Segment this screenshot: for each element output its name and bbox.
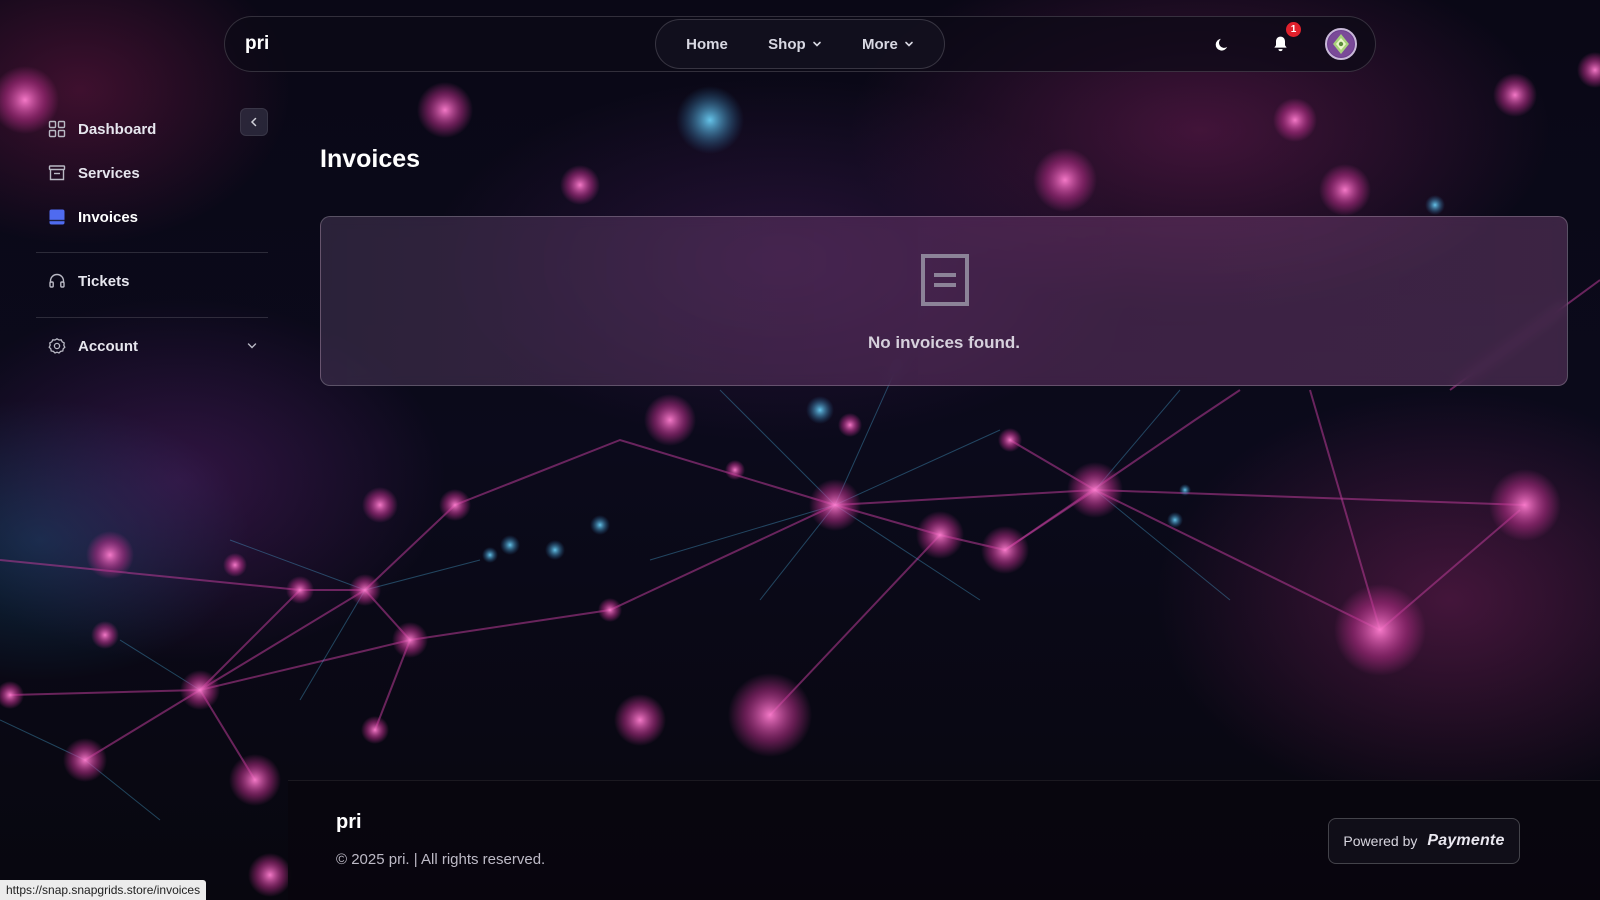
- footer-brand: pri: [336, 811, 362, 833]
- grid-icon: [48, 120, 66, 138]
- sidebar-item-label: Invoices: [78, 208, 139, 226]
- paymente-logo: Paymente: [1427, 832, 1505, 849]
- empty-state-message: No invoices found.: [867, 333, 1021, 352]
- powered-by-badge[interactable]: Powered by Paymente: [1328, 818, 1520, 864]
- nav-more-label: More: [861, 35, 898, 53]
- headset-icon: [49, 273, 65, 288]
- empty-state-card: No invoices found.: [320, 216, 1568, 386]
- chevron-down-icon: [812, 41, 821, 47]
- page-title: Invoices: [320, 145, 421, 173]
- chevron-down-icon: [247, 343, 257, 349]
- invoice-icon: [49, 209, 65, 225]
- footer: pri © 2025 pri. | All rights reserved. P…: [288, 780, 1600, 900]
- sidebar-item-account[interactable]: Account: [48, 337, 258, 355]
- sidebar-item-label: Services: [78, 164, 140, 182]
- brand-logo[interactable]: pri: [245, 33, 269, 55]
- avatar-pattern-icon: [1328, 31, 1354, 57]
- sidebar-item-services[interactable]: Services: [48, 164, 258, 182]
- notifications-button[interactable]: 1: [1267, 22, 1301, 57]
- top-actions: 1: [1209, 22, 1357, 60]
- powered-by-label: Powered by: [1343, 833, 1418, 849]
- nav-shop-dropdown[interactable]: Shop: [768, 36, 822, 53]
- chevron-down-icon: [905, 41, 913, 47]
- footer-copyright: © 2025 pri. | All rights reserved.: [336, 851, 546, 868]
- bell-icon: [1273, 36, 1287, 52]
- nav-home-label: Home: [686, 35, 728, 53]
- document-icon: [921, 254, 969, 306]
- sidebar-item-label: Account: [78, 337, 138, 355]
- nav-shop-label: Shop: [768, 35, 806, 53]
- top-navbar: pri Home Shop More 1: [224, 16, 1376, 72]
- nav-more-dropdown[interactable]: More: [862, 36, 914, 53]
- status-bar-url: https://snap.snapgrids.store/invoices: [0, 880, 207, 900]
- sidebar-item-dashboard[interactable]: Dashboard: [48, 120, 258, 138]
- main-nav: Home Shop More: [655, 19, 945, 69]
- sidebar-divider: [36, 317, 268, 318]
- nav-home[interactable]: Home: [686, 36, 728, 53]
- sidebar-item-label: Tickets: [78, 272, 130, 290]
- user-avatar[interactable]: [1325, 28, 1357, 60]
- gear-icon: [48, 338, 66, 354]
- sidebar-item-invoices[interactable]: Invoices: [48, 208, 258, 226]
- server-icon: [48, 165, 66, 181]
- moon-icon: [1215, 38, 1227, 51]
- sidebar-item-label: Dashboard: [78, 120, 157, 138]
- theme-toggle-button[interactable]: [1209, 31, 1235, 57]
- notification-badge: 1: [1286, 22, 1301, 37]
- sidebar-divider: [36, 252, 268, 253]
- sidebar-item-tickets[interactable]: Tickets: [48, 272, 258, 290]
